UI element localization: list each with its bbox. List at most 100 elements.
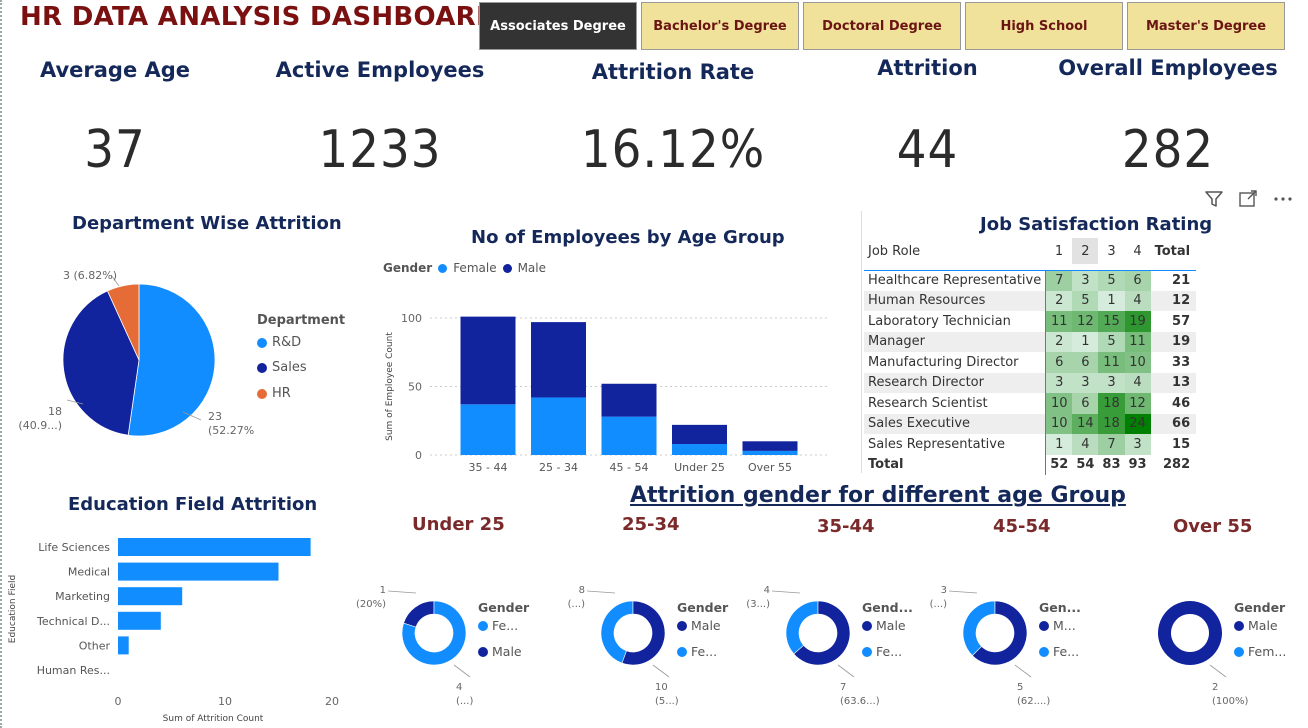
bar-female-0[interactable]	[460, 404, 516, 455]
table-row[interactable]: Sales Executive 10 14 18 24 66	[864, 413, 1197, 434]
y-tick-label: 0	[415, 449, 422, 462]
jobsat-matrix[interactable]: Job Role 1 2 3 4 Total Healthcare Representati…	[864, 238, 1197, 475]
table-row[interactable]: Healthcare Representative 7 3 5 6 21	[864, 270, 1196, 291]
filter-icon[interactable]	[1203, 188, 1225, 210]
jobsat-value-cell: 3	[1072, 372, 1099, 393]
jobsat-value-cell: 14	[1072, 413, 1099, 434]
dept-legend-hr[interactable]: HR	[257, 386, 291, 401]
jobsat-value-cell: 1	[1098, 290, 1125, 311]
donut-slice-female[interactable]	[785, 600, 819, 655]
table-row[interactable]: Research Scientist 10 6 18 12 46	[864, 393, 1196, 414]
jobsat-header-cell[interactable]: 1	[1046, 238, 1073, 264]
donut-legend-item[interactable]: Male	[691, 618, 721, 633]
donut-legend-item[interactable]: M...	[1053, 618, 1076, 633]
donut-title-over-55: Over 55	[1173, 516, 1253, 537]
jobsat-row-total: 57	[1172, 313, 1191, 329]
jobsat-value-cell: 12	[1124, 393, 1151, 414]
donut-legend-title: Gend...	[862, 600, 913, 615]
slicer-associates-degree[interactable]: Associates Degree	[479, 2, 637, 50]
donut-data-label: 10	[655, 682, 668, 693]
jobsat-value-cell: 5	[1072, 290, 1099, 311]
legend-dot	[438, 263, 448, 273]
bar-female-2[interactable]	[601, 416, 657, 455]
bar-female-3[interactable]	[672, 444, 727, 455]
legend-dot	[478, 647, 488, 657]
age-legend-female[interactable]: Female	[453, 261, 496, 275]
pie-slice-rd[interactable]	[127, 283, 216, 437]
kpi-attrition-rate-label: Attrition Rate	[591, 60, 755, 84]
age-group-bar-chart[interactable]: 0 50 100 Sum of Employee Count 35 - 44 25 - 3…	[378, 290, 838, 480]
kpi-active-employees-label: Active Employees	[275, 58, 485, 82]
slicer-masters-degree[interactable]: Master's Degree	[1127, 2, 1285, 50]
donut-leader-line	[387, 590, 417, 594]
edu-bar-4[interactable]	[118, 636, 129, 655]
gender-donut-charts[interactable]: 1 (20%) 4 (...) Gender Fe... Male 8 (...) 10 (5...…	[350, 575, 1308, 728]
slicer-high-school[interactable]: High School	[965, 2, 1123, 50]
donut-legend-item[interactable]: Male	[492, 644, 522, 659]
edu-bar-0[interactable]	[118, 538, 311, 556]
legend-dot	[677, 647, 687, 657]
donut-legend-item[interactable]: Fe...	[691, 644, 717, 659]
dept-legend-sales[interactable]: Sales	[257, 360, 307, 375]
slicer-doctoral-degree[interactable]: Doctoral Degree	[803, 2, 961, 50]
jobsat-row-total: 15	[1172, 436, 1191, 452]
jobsat-value-cell: 3	[1072, 270, 1099, 291]
table-row[interactable]: Sales Representative 1 4 7 3 15	[864, 434, 1196, 455]
pie-data-label-pct: (52.27%)	[208, 424, 255, 437]
table-row[interactable]: Manufacturing Director 6 6 11 10 33	[864, 352, 1196, 373]
focus-mode-icon[interactable]	[1237, 188, 1259, 210]
bar-male-1[interactable]	[531, 322, 586, 398]
bar-male-4[interactable]	[742, 441, 798, 451]
jobsat-value-cell: 7	[1045, 270, 1073, 291]
jobsat-role-cell: Research Scientist	[868, 395, 988, 411]
age-chart-legend: Gender Female Male	[383, 261, 546, 275]
donut-leader-line	[1014, 664, 1032, 678]
donut-legend-item[interactable]: Fem...	[1248, 644, 1286, 659]
bar-male-2[interactable]	[601, 383, 657, 417]
table-row[interactable]: Research Director 3 3 3 4 13	[864, 372, 1197, 393]
bar-male-0[interactable]	[460, 316, 516, 405]
edu-bar-2[interactable]	[118, 587, 183, 606]
more-options-icon[interactable]	[1271, 188, 1295, 210]
jobsat-header-cell[interactable]: 2	[1072, 238, 1099, 264]
kpi-average-age-label: Average Age	[39, 58, 191, 82]
dept-legend-rnd[interactable]: R&D	[257, 335, 301, 350]
donut-legend-item[interactable]: Fe...	[492, 618, 518, 633]
jobsat-header-cell[interactable]: Total	[1151, 238, 1197, 264]
table-row[interactable]: Laboratory Technician 11 12 15 19 57	[864, 311, 1196, 332]
jobsat-header-cell[interactable]: 3	[1098, 238, 1124, 264]
age-legend-male[interactable]: Male	[518, 261, 546, 275]
education-field-bar-chart[interactable]: Life Sciences Medical Marketing Technical D…	[0, 525, 350, 725]
kpi-overall-employees-label: Overall Employees	[1058, 56, 1278, 80]
donut-slice-female[interactable]	[962, 600, 996, 657]
donut-legend-item[interactable]: Male	[876, 618, 906, 633]
jobsat-total-cell: 93	[1128, 457, 1147, 473]
jobsat-header-cell[interactable]: Job Role	[864, 238, 1046, 264]
donut-legend-item[interactable]: Male	[1248, 618, 1278, 633]
donut-leader-line	[771, 590, 801, 594]
donut-legend-item[interactable]: Fe...	[1053, 644, 1079, 659]
bar-female-1[interactable]	[531, 397, 586, 455]
y-axis-label: Education Field	[8, 575, 18, 643]
bar-male-3[interactable]	[672, 424, 727, 445]
jobsat-role-cell: Research Director	[868, 375, 984, 391]
jobsat-value-cell: 6	[1072, 352, 1099, 373]
dept-chart-title: Department Wise Attrition	[72, 213, 342, 234]
table-row[interactable]: Manager 2 1 5 11 19	[864, 331, 1197, 352]
legend-dot	[257, 362, 267, 373]
jobsat-total-cell: 52	[1045, 454, 1073, 475]
edu-bar-3[interactable]	[118, 611, 161, 630]
bar-female-4[interactable]	[742, 450, 798, 455]
donut-slice-male[interactable]	[403, 600, 435, 628]
donut-data-label: 4	[764, 585, 770, 596]
jobsat-total-label: Total	[868, 457, 904, 473]
donut-legend-title: Gender	[1234, 600, 1286, 615]
jobsat-header-cell[interactable]: 4	[1125, 238, 1151, 264]
donut-legend-item[interactable]: Fe...	[876, 644, 902, 659]
slicer-bachelors-degree[interactable]: Bachelor's Degree	[641, 2, 799, 50]
jobsat-value-cell: 4	[1124, 372, 1151, 393]
donut-slice[interactable]	[1157, 601, 1222, 665]
table-row[interactable]: Human Resources 2 5 1 4 12	[864, 290, 1197, 311]
dept-pie-chart[interactable]: 23(52.27%) 18(40.9...) 3 (6.82%)	[15, 250, 255, 450]
edu-bar-1[interactable]	[118, 562, 279, 581]
